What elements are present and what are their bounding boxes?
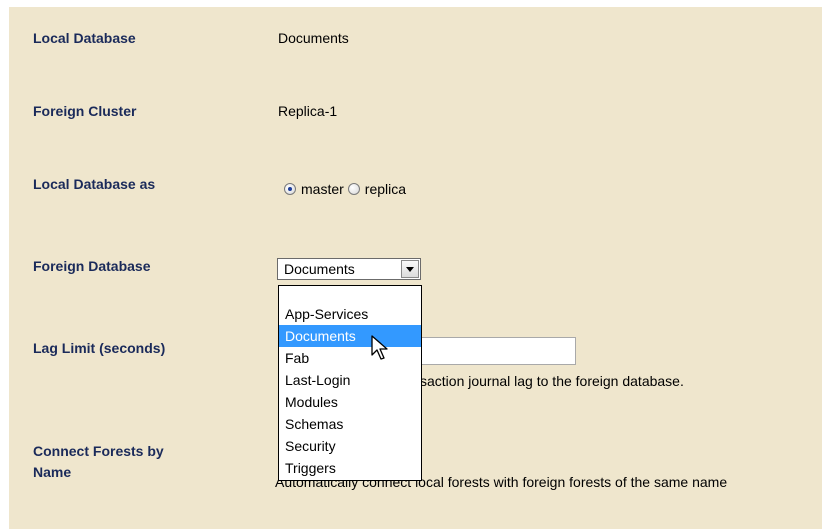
foreign-database-selected-value: Documents (284, 261, 355, 277)
replica-radio[interactable] (347, 183, 360, 195)
dropdown-option[interactable]: Fab (279, 347, 421, 369)
master-radio-label[interactable]: master (301, 181, 344, 197)
lag-limit-label: Lag Limit (seconds) (33, 340, 166, 356)
dropdown-option[interactable]: Modules (279, 391, 421, 413)
dropdown-option[interactable]: App-Services (279, 303, 421, 325)
foreign-cluster-label: Foreign Cluster (33, 103, 137, 119)
dropdown-option[interactable]: Last-Login (279, 369, 421, 391)
dropdown-option[interactable]: Schemas (279, 413, 421, 435)
foreign-database-select[interactable]: Documents (277, 258, 421, 280)
foreign-cluster-value: Replica-1 (278, 103, 338, 119)
local-database-as-radio-group: master replica (284, 181, 410, 197)
local-database-value: Documents (278, 30, 349, 46)
lag-limit-input[interactable] (420, 337, 576, 365)
arrow-cursor-icon (371, 335, 388, 360)
dropdown-option[interactable]: Security (279, 435, 421, 457)
connect-forests-label-line2: Name (33, 464, 72, 480)
master-radio[interactable] (284, 183, 296, 195)
local-database-as-label: Local Database as (33, 176, 156, 192)
dropdown-option[interactable]: Triggers (279, 457, 421, 479)
local-database-label: Local Database (33, 30, 136, 46)
chevron-down-icon (406, 266, 414, 272)
foreign-database-dropdown-list: App-Services Documents Fab Last-Login Mo… (278, 285, 422, 481)
dropdown-option-selected[interactable]: Documents (279, 325, 421, 347)
lag-limit-help-text: saction journal lag to the foreign datab… (420, 373, 684, 389)
foreign-database-label: Foreign Database (33, 258, 151, 274)
replica-radio-label[interactable]: replica (365, 181, 406, 197)
connect-forests-label-line1: Connect Forests by (33, 443, 164, 459)
dropdown-arrow-button[interactable] (401, 260, 419, 278)
